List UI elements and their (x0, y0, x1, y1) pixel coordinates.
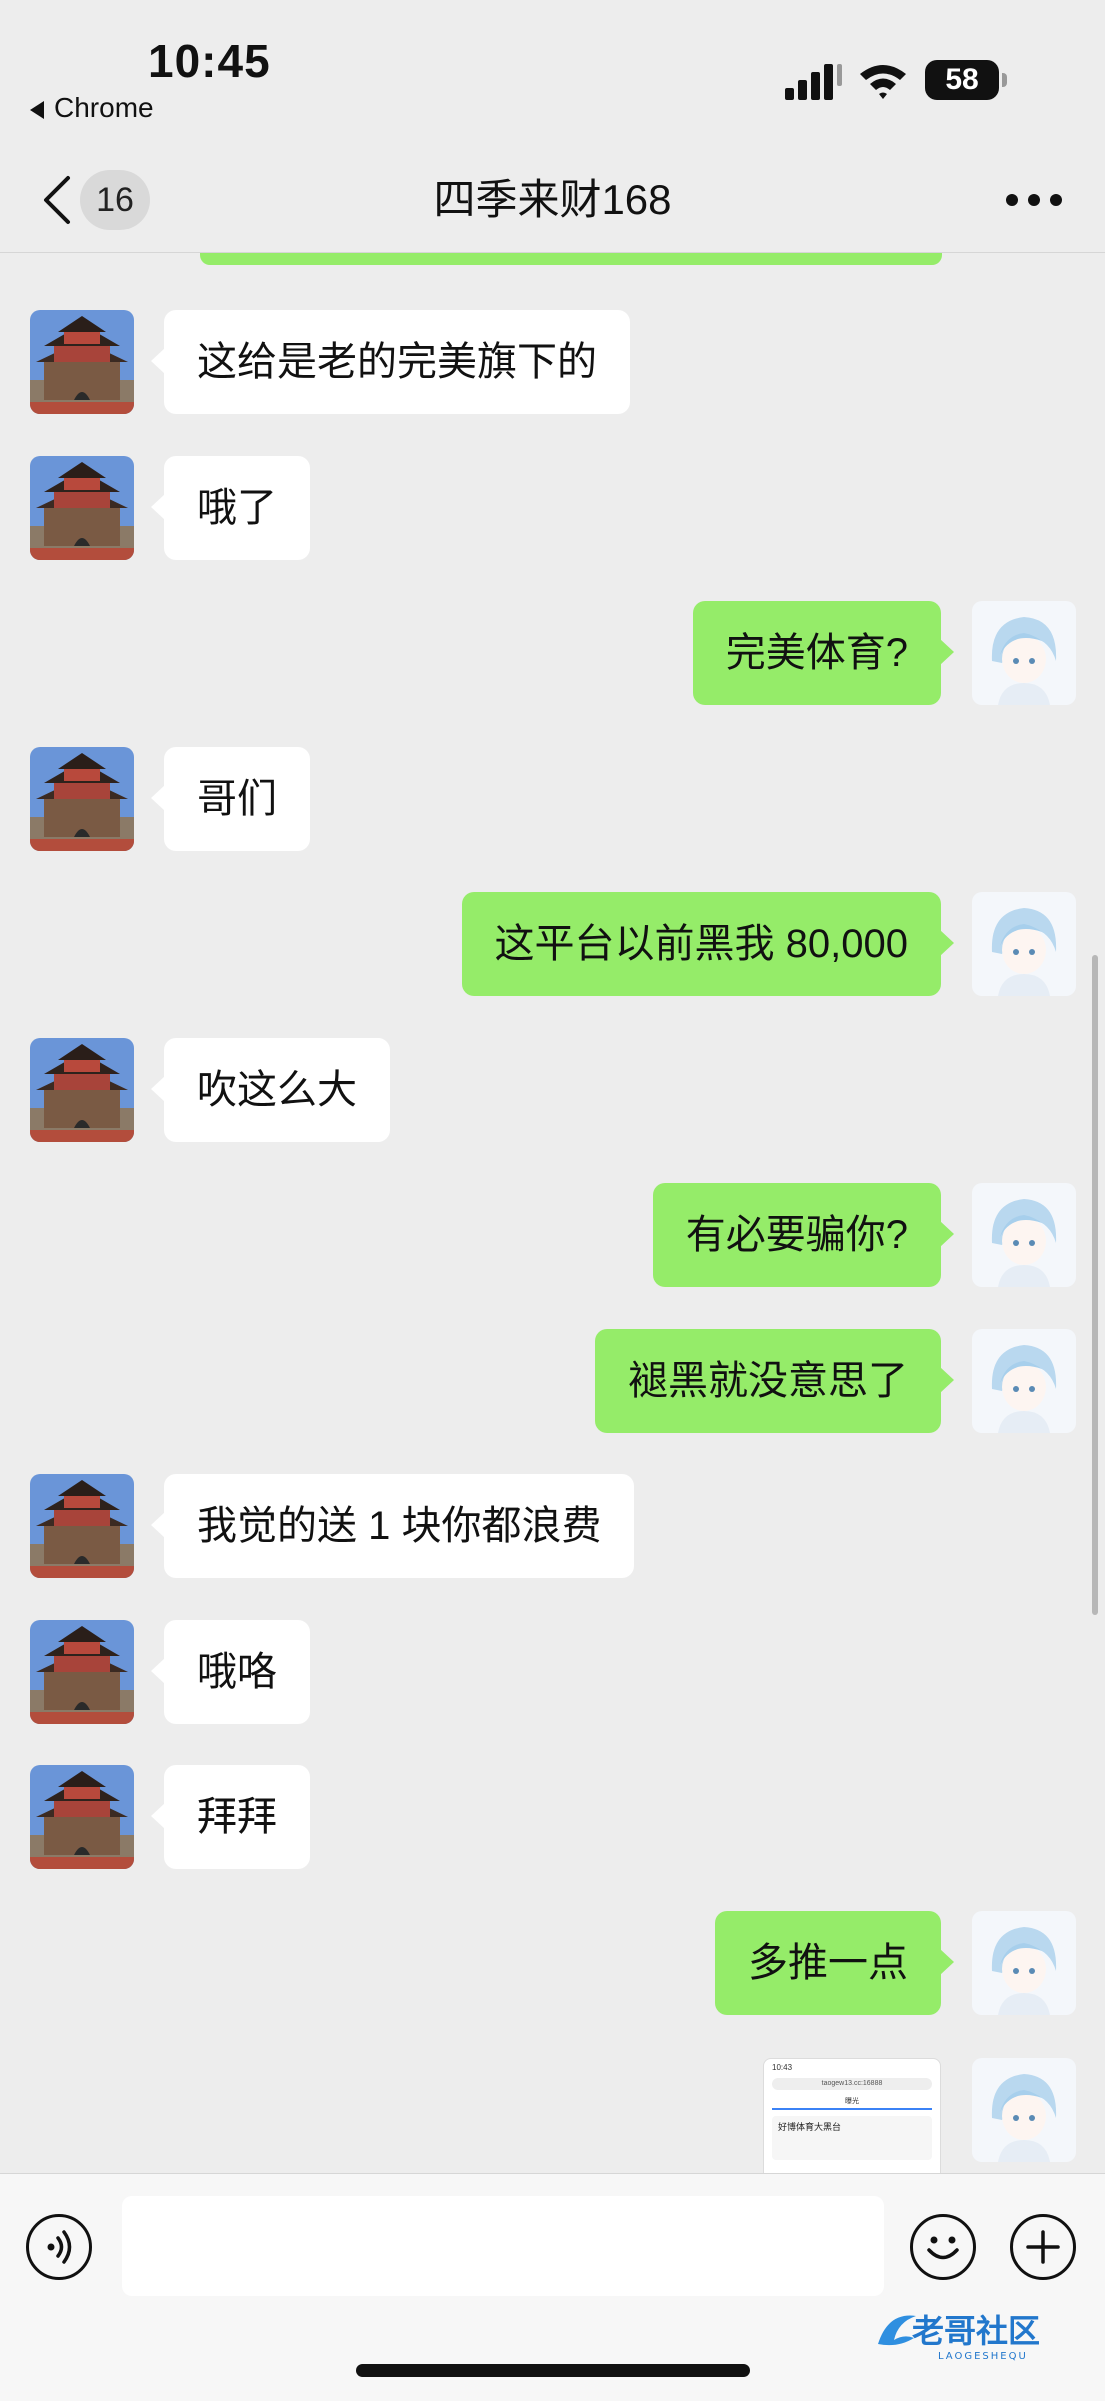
home-indicator (356, 2364, 750, 2377)
back-to-app-link[interactable]: Chrome (30, 92, 154, 124)
status-time: 10:45 (148, 35, 271, 87)
plus-icon (1026, 2230, 1060, 2264)
message-bubble[interactable]: 这给是老的完美旗下的 (151, 310, 630, 414)
message-bubble[interactable]: 完美体育? (692, 601, 955, 705)
message-row-incoming: 这给是老的完美旗下的 (0, 310, 1105, 414)
chat-header: 16 四季来财168 (0, 150, 1105, 253)
message-row-outgoing: 有必要骗你? (0, 1183, 1105, 1287)
message-bubble[interactable]: 哦了 (151, 455, 310, 560)
message-row-incoming: 哦咯 (0, 1619, 1105, 1724)
message-bubble[interactable]: 有必要骗你? (652, 1183, 955, 1287)
anime-avatar-icon (972, 2058, 1076, 2162)
contact-avatar[interactable] (30, 1037, 134, 1142)
more-actions-button[interactable] (1010, 2214, 1076, 2280)
message-bubble[interactable]: 这平台以前黑我 80,000 (461, 892, 955, 996)
voice-icon (47, 2230, 72, 2264)
chat-title: 四季来财168 (433, 176, 672, 223)
anime-avatar-icon (972, 1183, 1076, 1287)
contact-avatar[interactable] (30, 1474, 134, 1578)
my-avatar[interactable] (972, 1910, 1076, 2015)
contact-avatar[interactable] (30, 455, 134, 560)
svg-text:LAOGESHEQU: LAOGESHEQU (938, 2351, 1028, 2362)
message-row-incoming: 我觉的送 1 块你都浪费 (0, 1474, 1105, 1578)
my-avatar[interactable] (972, 601, 1076, 705)
pagoda-avatar-icon (30, 1619, 134, 1724)
message-row-outgoing: 这平台以前黑我 80,000 (0, 892, 1105, 996)
pagoda-avatar-icon (30, 746, 134, 851)
message-row-image: 10:43 taogew13.cc:16888 曝光 好博体育大黑台 (0, 2058, 1105, 2173)
chat-scrollbar[interactable] (1092, 955, 1098, 1615)
contact-avatar[interactable] (30, 310, 134, 414)
pagoda-avatar-icon (30, 1037, 134, 1142)
thumb-card-title: 好博体育大黑台 (772, 2116, 932, 2160)
message-row-incoming: 哦了 (0, 455, 1105, 560)
my-avatar[interactable] (972, 1328, 1076, 1433)
message-bubble[interactable]: 我觉的送 1 块你都浪费 (150, 1474, 635, 1578)
anime-avatar-icon (972, 1328, 1076, 1433)
anime-avatar-icon (972, 892, 1076, 996)
pagoda-avatar-icon (30, 455, 134, 560)
message-row-incoming: 拜拜 (0, 1765, 1105, 1869)
contact-avatar[interactable] (30, 1619, 134, 1724)
message-row-incoming: 哥们 (0, 746, 1105, 851)
wifi-icon (860, 65, 906, 99)
my-avatar[interactable] (972, 2058, 1076, 2162)
message-bubble[interactable]: 吹这么大 (151, 1037, 390, 1142)
message-row-outgoing: 多推一点 (0, 1910, 1105, 2015)
anime-avatar-icon (972, 601, 1076, 705)
thumb-time: 10:43 (772, 2063, 793, 2072)
thumb-tab: 曝光 (772, 2096, 932, 2110)
message-bubble[interactable]: 哦咯 (151, 1619, 310, 1724)
message-bubble[interactable]: 拜拜 (151, 1765, 310, 1869)
voice-input-button[interactable] (26, 2214, 92, 2280)
contact-avatar[interactable] (30, 746, 134, 851)
contact-avatar[interactable] (30, 1765, 134, 1869)
pagoda-avatar-icon (30, 1765, 134, 1869)
laoge-community-watermark-logo: 老哥社区 LAOGESHEQU (878, 2312, 1040, 2362)
message-bubble[interactable]: 多推一点 (715, 1910, 954, 2015)
message-bubble[interactable]: 哥们 (151, 746, 310, 851)
anime-avatar-icon (972, 1910, 1076, 2015)
message-input[interactable] (122, 2196, 884, 2296)
battery-indicator: 58 (925, 60, 1007, 100)
message-bubble[interactable]: 褪黑就没意思了 (595, 1328, 954, 1433)
back-triangle-icon (30, 100, 44, 119)
smiley-icon (927, 2236, 959, 2260)
my-avatar[interactable] (972, 1183, 1076, 1287)
emoji-button[interactable] (910, 2214, 976, 2280)
screenshot-image-message[interactable]: 10:43 taogew13.cc:16888 曝光 好博体育大黑台 (763, 2058, 941, 2173)
pagoda-avatar-icon (30, 310, 134, 414)
more-options-icon[interactable] (1006, 194, 1066, 208)
message-row-outgoing: 完美体育? (0, 601, 1105, 705)
svg-text:老哥社区: 老哥社区 (912, 2312, 1040, 2350)
my-avatar[interactable] (972, 892, 1076, 996)
message-row-outgoing: 褪黑就没意思了 (0, 1328, 1105, 1433)
status-bar: 10:45 Chrome 58 (0, 0, 1105, 150)
back-app-label: Chrome (54, 92, 154, 123)
message-list[interactable]: 这给是老的完美旗下的 哦了完美体育? 哥们这平台以前黑我 80,000 吹这么大有必要… (0, 253, 1105, 2173)
input-bar: 老哥社区 LAOGESHEQU (0, 2173, 1105, 2401)
cellular-signal-icon (785, 64, 842, 100)
partial-outgoing-bubble (200, 253, 942, 265)
thumb-url: taogew13.cc:16888 (772, 2078, 932, 2090)
pagoda-avatar-icon (30, 1474, 134, 1578)
message-row-incoming: 吹这么大 (0, 1037, 1105, 1142)
